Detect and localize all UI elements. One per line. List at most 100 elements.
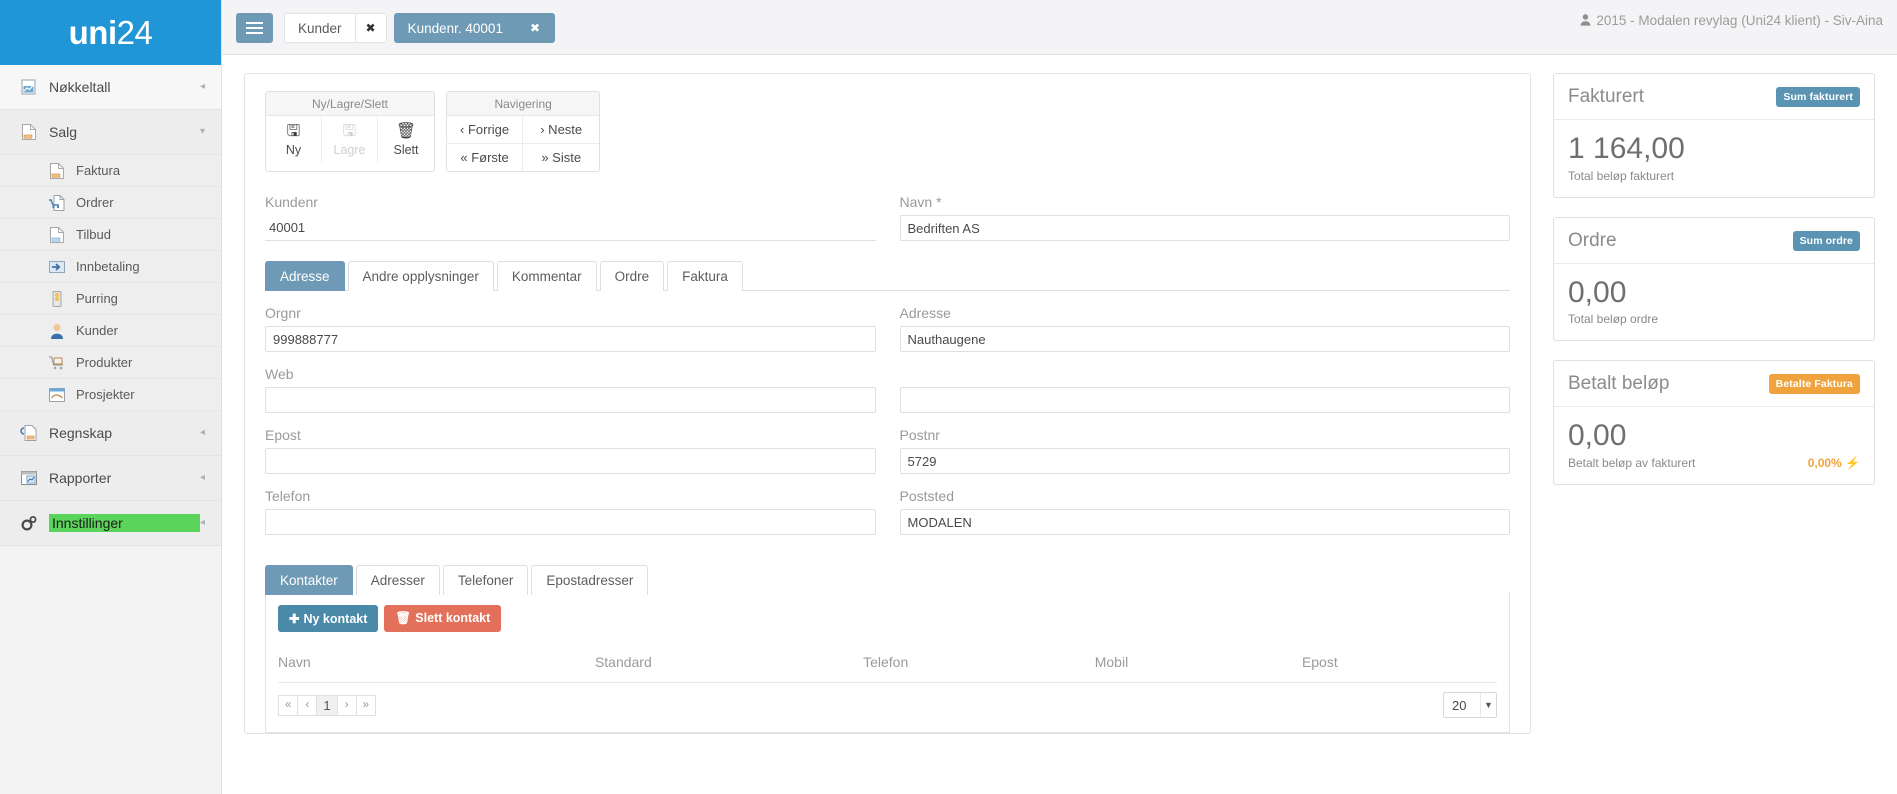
accounting-document-icon: [20, 424, 38, 442]
sidebar-group-salg[interactable]: Salg▾: [0, 110, 221, 155]
topbar: Kunder✖Kundenr. 40001✖ 2015 - Modalen re…: [222, 0, 1897, 55]
summary-card-subrow: Betalt beløp av fakturert 0,00% ⚡: [1568, 456, 1860, 470]
summary-card-ordre: Ordre Sum ordre 0,00 Total beløp ordre: [1553, 217, 1875, 342]
sidebar-group-regnskap[interactable]: Regnskap◂: [0, 411, 221, 456]
sidebar-group-nøkkeltall[interactable]: Nøkkeltall◂: [0, 65, 221, 110]
offer-document-icon: [48, 226, 66, 244]
left-field-input-web[interactable]: [265, 387, 876, 413]
sidebar-item-tilbud[interactable]: Tilbud: [0, 219, 221, 251]
summary-card-caption: Total beløp ordre: [1568, 312, 1658, 326]
hamburger-icon[interactable]: [236, 13, 273, 43]
sidebar-item-produkter[interactable]: Produkter: [0, 347, 221, 379]
contacts-column-navn: Navn: [278, 654, 595, 683]
delete-contact-label: Slett kontakt: [415, 611, 490, 625]
sidebar-group-label: Regnskap: [49, 425, 200, 441]
summary-card-subrow: Total beløp fakturert: [1568, 169, 1860, 183]
right-field-input-postnr[interactable]: [900, 448, 1511, 474]
sidebar-item-label: Faktura: [76, 163, 120, 178]
left-field-input-epost[interactable]: [265, 448, 876, 474]
sidebar-group-rapporter[interactable]: Rapporter◂: [0, 456, 221, 501]
navn-input[interactable]: [900, 215, 1511, 241]
page-current-button[interactable]: 1: [316, 695, 337, 716]
close-icon[interactable]: ✖: [516, 14, 554, 42]
kundenr-input[interactable]: [265, 215, 876, 241]
tab-epostadresser[interactable]: Epostadresser: [531, 565, 648, 595]
slett-button-label: Slett: [378, 143, 434, 157]
summary-card-fakturert: Fakturert Sum fakturert 1 164,00 Total b…: [1553, 73, 1875, 198]
sidebar-item-faktura[interactable]: Faktura: [0, 155, 221, 187]
project-board-icon: [48, 386, 66, 404]
tab-kontakter[interactable]: Kontakter: [265, 565, 353, 595]
sidebar-item-innbetaling[interactable]: Innbetaling: [0, 251, 221, 283]
contacts-column-mobil: Mobil: [1095, 654, 1302, 683]
tab-kommentar[interactable]: Kommentar: [497, 261, 597, 291]
page-first-button[interactable]: «: [278, 695, 298, 716]
brand-logo[interactable]: uni24: [0, 0, 221, 65]
summary-card-header: Fakturert Sum fakturert: [1554, 74, 1874, 120]
right-field-postnr: Postnr: [900, 427, 1511, 474]
delete-contact-button[interactable]: 🗑 Slett kontakt: [384, 605, 501, 632]
sidebar-group-label: Innstillinger: [49, 514, 200, 532]
right-field-input-adresse[interactable]: [900, 326, 1511, 352]
page-size-select[interactable]: 2050100: [1443, 692, 1497, 718]
sidebar-item-ordrer[interactable]: Ordrer: [0, 187, 221, 219]
contacts-column-standard: Standard: [595, 654, 863, 683]
first-record-button[interactable]: « Første: [447, 144, 523, 171]
tab-ordre[interactable]: Ordre: [600, 261, 665, 291]
sidebar-group-innstillinger[interactable]: Innstillinger◂: [0, 501, 221, 546]
summary-card-title: Fakturert: [1568, 86, 1644, 108]
sales-document-icon: [20, 123, 38, 141]
navigation-toolbar-buttons: ‹ Forrige› Neste« Første» Siste: [447, 116, 599, 171]
summary-card-body: 0,00 Total beløp ordre: [1554, 264, 1874, 341]
tab-telefoner[interactable]: Telefoner: [443, 565, 529, 595]
tab-andre-opplysninger[interactable]: Andre opplysninger: [348, 261, 494, 291]
window-tab-label: Kundenr. 40001: [395, 21, 516, 36]
last-record-button[interactable]: » Siste: [523, 144, 599, 171]
plus-icon: ✚: [289, 612, 299, 626]
left-field-input-orgnr[interactable]: [265, 326, 876, 352]
settings-gears-icon: [20, 514, 38, 532]
trash-icon: 🗑: [395, 611, 411, 625]
window-tab-label: Kunder: [285, 21, 355, 36]
page-last-button[interactable]: »: [356, 695, 376, 716]
next-record-button[interactable]: › Neste: [523, 116, 599, 144]
kundenr-field-wrap: Kundenr: [265, 180, 876, 241]
slett-button[interactable]: 🗑Slett: [378, 116, 434, 163]
lagre-button: 🖫Lagre: [322, 116, 378, 163]
prev-record-button[interactable]: ‹ Forrige: [447, 116, 523, 144]
sidebar-item-label: Prosjekter: [76, 387, 135, 402]
right-field-input-poststed[interactable]: [900, 509, 1511, 535]
page-size-wrap: 2050100 ▼: [1443, 692, 1497, 718]
summary-card-betalt-beløp: Betalt beløp Betalte Faktura 0,00 Betalt…: [1553, 360, 1875, 485]
summary-card-value: 1 164,00: [1568, 132, 1860, 167]
right-field-adresse: Adresse: [900, 305, 1511, 352]
tab-adresser[interactable]: Adresser: [356, 565, 440, 595]
sidebar-item-prosjekter[interactable]: Prosjekter: [0, 379, 221, 411]
sidebar-item-kunder[interactable]: Kunder: [0, 315, 221, 347]
chevron-left-icon: ◂: [200, 518, 205, 528]
right-field-input-blank1[interactable]: [900, 387, 1511, 413]
close-icon[interactable]: ✖: [355, 14, 386, 42]
page-next-button[interactable]: ›: [337, 695, 357, 716]
ny-button[interactable]: 🖫 Ny: [266, 116, 322, 163]
summary-card-badge[interactable]: Sum fakturert: [1776, 87, 1860, 107]
right-fields-column: Adresse PostnrPoststed: [900, 291, 1511, 535]
window-tab-1[interactable]: Kundenr. 40001✖: [394, 13, 555, 43]
new-contact-button[interactable]: ✚Ny kontakt: [278, 605, 378, 632]
page-prev-button[interactable]: ‹: [297, 695, 317, 716]
sidebar-item-purring[interactable]: Purring: [0, 283, 221, 315]
new-document-icon: 🖫: [266, 123, 321, 141]
right-field-blank1: [900, 366, 1511, 413]
left-field-epost: Epost: [265, 427, 876, 474]
tab-faktura[interactable]: Faktura: [667, 261, 743, 291]
summary-card-badge[interactable]: Betalte Faktura: [1769, 374, 1860, 394]
tab-adresse[interactable]: Adresse: [265, 261, 345, 291]
sidebar-item-label: Tilbud: [76, 227, 111, 242]
summary-card-header: Ordre Sum ordre: [1554, 218, 1874, 264]
window-tab-0[interactable]: Kunder✖: [284, 13, 387, 43]
left-field-input-telefon[interactable]: [265, 509, 876, 535]
user-name-text: 2015 - Modalen revylag (Uni24 klient) - …: [1596, 13, 1883, 28]
sidebar-item-label: Purring: [76, 291, 118, 306]
summary-card-badge[interactable]: Sum ordre: [1793, 231, 1860, 251]
ny-button-label: Ny: [266, 143, 321, 157]
